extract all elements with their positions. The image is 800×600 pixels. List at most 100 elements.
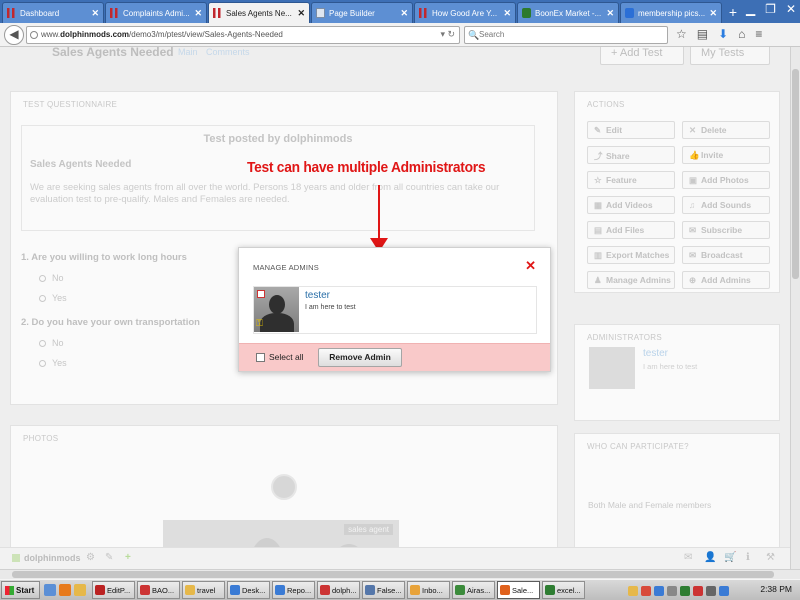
close-window-icon[interactable]: ✕ [786, 2, 796, 16]
admin-name-link[interactable]: tester [643, 348, 668, 359]
gear-icon[interactable]: ⚙ [86, 552, 95, 563]
search-input[interactable]: 🔍 Search [464, 26, 668, 44]
feature-button[interactable]: ☆ Feature [587, 171, 675, 189]
tab-sales-agents[interactable]: Sales Agents Ne... ✕ [208, 2, 310, 23]
firefox-icon[interactable] [59, 584, 71, 596]
question-1-option-yes[interactable]: Yes [39, 293, 67, 303]
folder-icon[interactable] [74, 584, 86, 596]
tab-close-icon[interactable]: ✕ [709, 8, 717, 19]
select-all-checkbox[interactable] [256, 353, 265, 362]
radio-icon[interactable] [39, 360, 46, 367]
taskbar-item-airas[interactable]: Airas... [452, 581, 495, 599]
tab-complaints-admin[interactable]: Complaints Admi... ✕ [105, 2, 207, 23]
home-icon[interactable]: ⌂ [738, 27, 745, 41]
volume-icon[interactable] [706, 585, 716, 596]
info-icon[interactable]: ℹ [746, 552, 750, 563]
start-button[interactable]: Start [1, 581, 40, 599]
scrollbar-thumb[interactable] [12, 571, 774, 578]
add-admins-button[interactable]: ⊕ Add Admins [682, 271, 770, 289]
tray-icon[interactable] [680, 585, 690, 596]
remove-admin-button[interactable]: Remove Admin [318, 348, 402, 367]
question-2-option-no[interactable]: No [39, 338, 64, 348]
network-icon[interactable] [719, 585, 729, 596]
avatar[interactable] [589, 347, 635, 389]
admin-select-checkbox[interactable] [257, 290, 265, 298]
add-photos-button[interactable]: ▣ Add Photos [682, 171, 770, 189]
reader-icon[interactable]: ▤ [697, 27, 708, 41]
delete-button[interactable]: ✕ Delete [682, 121, 770, 139]
tab-close-icon[interactable]: ✕ [91, 8, 99, 19]
reload-icon[interactable]: ▾ ↻ [440, 29, 455, 40]
tools-icon[interactable]: ⚒ [766, 552, 775, 563]
question-1-option-no[interactable]: No [39, 273, 64, 283]
minimize-icon[interactable]: ▁ [746, 2, 755, 16]
subscribe-button[interactable]: ✉ Subscribe [682, 221, 770, 239]
menu-icon[interactable]: ≡ [755, 27, 762, 41]
tab-membership-pics[interactable]: membership pics... ✕ [620, 2, 722, 23]
mail-icon[interactable]: ✉ [684, 552, 692, 563]
horizontal-scrollbar[interactable] [0, 569, 800, 579]
link-main[interactable]: Main [178, 47, 198, 57]
new-tab-button[interactable]: + [723, 3, 743, 23]
radio-icon[interactable] [39, 275, 46, 282]
radio-icon[interactable] [39, 295, 46, 302]
tab-close-icon[interactable]: ✕ [400, 8, 408, 19]
link-comments[interactable]: Comments [206, 47, 250, 57]
admin-name-link[interactable]: tester [305, 290, 330, 301]
ie-icon[interactable] [44, 584, 56, 596]
taskbar-clock[interactable]: 2:38 PM [760, 584, 792, 594]
add-videos-button[interactable]: ▦ Add Videos [587, 196, 675, 214]
tab-close-icon[interactable]: ✕ [297, 8, 305, 19]
question-2-option-yes[interactable]: Yes [39, 358, 67, 368]
add-sounds-button[interactable]: ♫ Add Sounds [682, 196, 770, 214]
taskbar-item-dolph[interactable]: dolph... [317, 581, 360, 599]
taskbar-item-excel[interactable]: excel... [542, 581, 585, 599]
tray-icon[interactable] [693, 585, 703, 596]
photo-avatar[interactable] [271, 474, 297, 500]
edit-button[interactable]: ✎ Edit [587, 121, 675, 139]
restore-icon[interactable]: ❐ [765, 2, 776, 16]
taskbar-item-repo[interactable]: Repo... [272, 581, 315, 599]
taskbar-item-desk[interactable]: Desk... [227, 581, 270, 599]
scrollbar-thumb[interactable] [792, 69, 799, 279]
select-all-label[interactable]: Select all [269, 352, 304, 362]
manage-admins-button[interactable]: ♟ Manage Admins [587, 271, 675, 289]
edit-icon[interactable]: ✎ [105, 552, 113, 563]
cart-icon[interactable]: 🛒 [724, 552, 736, 563]
tray-icon[interactable] [641, 585, 651, 596]
add-test-button[interactable]: + Add Test [600, 47, 684, 65]
avatar[interactable]: ⚿ [254, 287, 299, 332]
taskbar-item-inbox[interactable]: Inbo... [407, 581, 450, 599]
taskbar-item-bao[interactable]: BAO... [137, 581, 180, 599]
add-icon[interactable]: + [125, 552, 131, 563]
tab-how-good[interactable]: How Good Are Y... ✕ [414, 2, 516, 23]
back-button[interactable]: ◀ [4, 25, 24, 45]
url-bar[interactable]: www.dolphinmods.com/demo3/m/ptest/view/S… [26, 26, 460, 44]
taskbar-item-editp[interactable]: EditP... [92, 581, 135, 599]
user-icon[interactable]: 👤 [704, 552, 716, 563]
tab-close-icon[interactable]: ✕ [194, 8, 202, 19]
tab-dashboard[interactable]: Dashboard ✕ [2, 2, 104, 23]
broadcast-button[interactable]: ✉ Broadcast [682, 246, 770, 264]
tab-boonex-market[interactable]: BoonEx Market -... ✕ [517, 2, 619, 23]
taskbar-item-false[interactable]: False... [362, 581, 405, 599]
export-matches-button[interactable]: ▥ Export Matches [587, 246, 675, 264]
share-button[interactable]: ⤴ Share [587, 146, 675, 164]
tab-page-builder[interactable]: Page Builder ✕ [311, 2, 413, 23]
tray-icon[interactable] [628, 585, 638, 596]
add-files-button[interactable]: ▤ Add Files [587, 221, 675, 239]
vertical-scrollbar[interactable] [790, 47, 800, 569]
close-icon[interactable]: ✕ [525, 259, 536, 272]
tab-close-icon[interactable]: ✕ [606, 8, 614, 19]
my-tests-button[interactable]: My Tests [690, 47, 770, 65]
taskbar-item-sales[interactable]: Sale... [497, 581, 540, 599]
footer-brand[interactable]: dolphinmods [12, 553, 81, 563]
taskbar-item-travel[interactable]: travel [182, 581, 225, 599]
tab-close-icon[interactable]: ✕ [503, 8, 511, 19]
tray-icon[interactable] [667, 585, 677, 596]
bookmark-star-icon[interactable]: ☆ [676, 27, 687, 41]
invite-button[interactable]: 👍Invite [682, 146, 770, 164]
tray-icon[interactable] [654, 585, 664, 596]
radio-icon[interactable] [39, 340, 46, 347]
download-icon[interactable]: ⬇ [718, 27, 728, 41]
